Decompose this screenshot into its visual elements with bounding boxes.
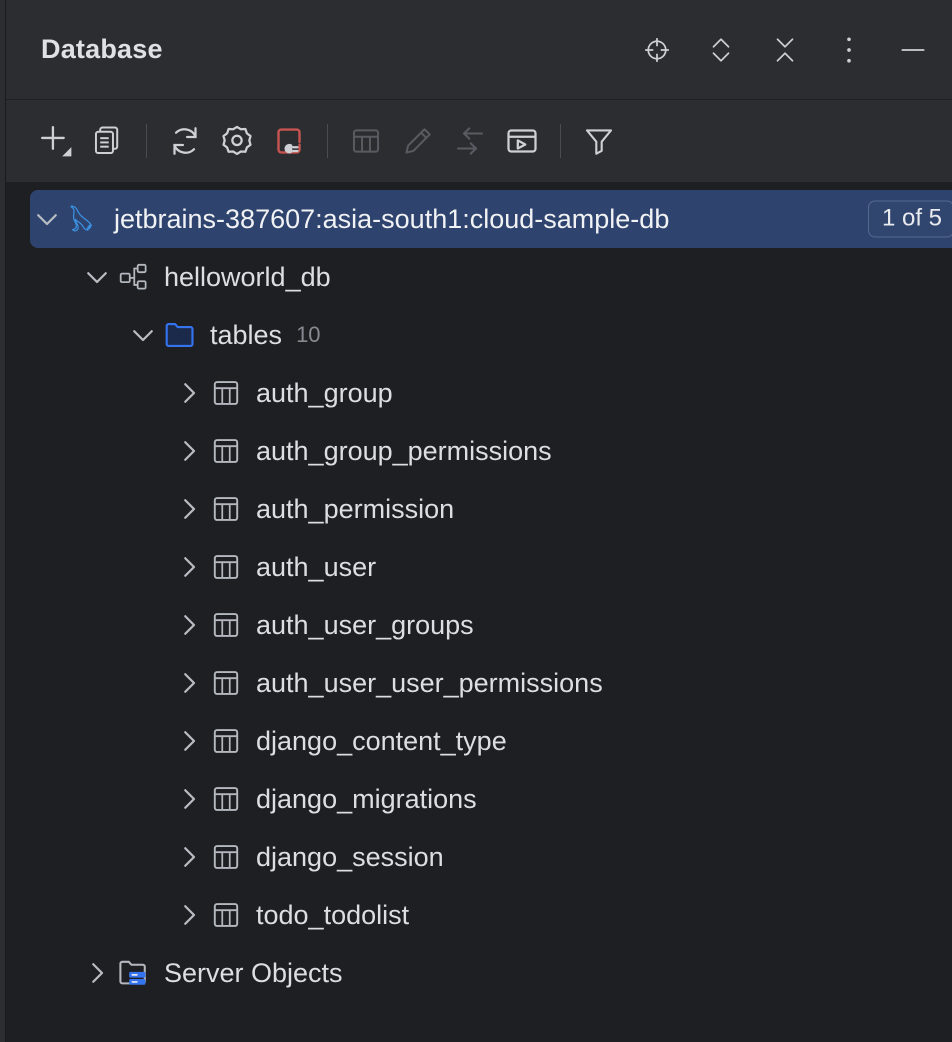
table-icon bbox=[206, 722, 246, 760]
collapse-all-icon[interactable] bbox=[768, 33, 802, 67]
separator-2 bbox=[327, 124, 328, 158]
table-node-auth-user-groups[interactable]: auth_user_groups bbox=[0, 596, 952, 654]
chevron-right-icon[interactable] bbox=[172, 782, 206, 816]
table-node-django-session[interactable]: django_session bbox=[0, 828, 952, 886]
table-node-todo-todolist[interactable]: todo_todolist bbox=[0, 886, 952, 944]
tool-window-header: Database bbox=[0, 0, 952, 100]
tree-node-label: Server Objects bbox=[164, 960, 343, 987]
table-node-auth-user[interactable]: auth_user bbox=[0, 538, 952, 596]
tree-node-label: auth_group_permissions bbox=[256, 438, 552, 465]
disconnect-button[interactable] bbox=[263, 115, 315, 167]
table-icon bbox=[206, 838, 246, 876]
chevron-right-icon[interactable] bbox=[172, 492, 206, 526]
tree-node-label: tables bbox=[210, 322, 282, 349]
tree-node-label: auth_user_groups bbox=[256, 612, 474, 639]
open-data-editor-button bbox=[340, 115, 392, 167]
filter-button[interactable] bbox=[573, 115, 625, 167]
database-tree[interactable]: jetbrains-387607:asia-south1:cloud-sampl… bbox=[0, 182, 952, 1042]
chevron-down-icon[interactable] bbox=[80, 260, 114, 294]
chevron-right-icon[interactable] bbox=[172, 898, 206, 932]
tree-node-label: auth_user bbox=[256, 554, 376, 581]
tree-node-label: todo_todolist bbox=[256, 902, 409, 929]
table-icon bbox=[206, 664, 246, 702]
tree-node-label: helloworld_db bbox=[164, 264, 331, 291]
server-objects-node[interactable]: Server Objects bbox=[0, 944, 952, 1002]
table-node-django-content-type[interactable]: django_content_type bbox=[0, 712, 952, 770]
expand-collapse-icon[interactable] bbox=[704, 33, 738, 67]
table-icon bbox=[206, 490, 246, 528]
chevron-right-icon[interactable] bbox=[172, 434, 206, 468]
chevron-right-icon[interactable] bbox=[172, 666, 206, 700]
tables-folder-node[interactable]: tables 10 bbox=[0, 306, 952, 364]
tree-node-label: jetbrains-387607:asia-south1:cloud-sampl… bbox=[114, 206, 669, 233]
refresh-button[interactable] bbox=[159, 115, 211, 167]
open-console-button[interactable] bbox=[496, 115, 548, 167]
scroll-from-source-icon[interactable] bbox=[640, 33, 674, 67]
tree-node-label: django_migrations bbox=[256, 786, 477, 813]
table-node-auth-group[interactable]: auth_group bbox=[0, 364, 952, 422]
data-source-node[interactable]: jetbrains-387607:asia-south1:cloud-sampl… bbox=[30, 190, 952, 248]
table-node-auth-user-user-permissions[interactable]: auth_user_user_permissions bbox=[0, 654, 952, 712]
tree-node-label: auth_user_user_permissions bbox=[256, 670, 603, 697]
table-icon bbox=[206, 780, 246, 818]
table-node-auth-group-permissions[interactable]: auth_group_permissions bbox=[0, 422, 952, 480]
table-icon bbox=[206, 432, 246, 470]
data-source-properties-button[interactable] bbox=[211, 115, 263, 167]
database-tool-window: Database bbox=[0, 0, 952, 1042]
chevron-right-icon[interactable] bbox=[172, 608, 206, 642]
chevron-right-icon[interactable] bbox=[172, 840, 206, 874]
status-badge: 1 of 5 bbox=[868, 201, 952, 238]
modify-object-button bbox=[392, 115, 444, 167]
tree-node-label: django_content_type bbox=[256, 728, 507, 755]
header-actions bbox=[640, 33, 930, 67]
chevron-right-icon[interactable] bbox=[172, 550, 206, 584]
tree-node-label: django_session bbox=[256, 844, 444, 871]
duplicate-button[interactable] bbox=[82, 115, 134, 167]
chevron-right-icon[interactable] bbox=[172, 376, 206, 410]
table-icon bbox=[206, 374, 246, 412]
page-title: Database bbox=[41, 34, 163, 65]
separator-1 bbox=[146, 124, 147, 158]
separator-3 bbox=[560, 124, 561, 158]
new-button[interactable] bbox=[30, 115, 82, 167]
tree-node-label: auth_group bbox=[256, 380, 393, 407]
server-objects-folder-icon bbox=[114, 954, 154, 992]
jump-to-button bbox=[444, 115, 496, 167]
tree-node-label: auth_permission bbox=[256, 496, 454, 523]
window-left-edge bbox=[0, 0, 6, 1042]
schema-icon bbox=[114, 258, 154, 296]
table-node-auth-permission[interactable]: auth_permission bbox=[0, 480, 952, 538]
chevron-down-icon[interactable] bbox=[126, 318, 160, 352]
table-icon bbox=[206, 548, 246, 586]
chevron-right-icon[interactable] bbox=[80, 956, 114, 990]
chevron-down-icon[interactable] bbox=[30, 202, 64, 236]
chevron-right-icon[interactable] bbox=[172, 724, 206, 758]
database-toolbar bbox=[0, 100, 952, 182]
folder-blue-icon bbox=[160, 316, 200, 354]
table-icon bbox=[206, 606, 246, 644]
schema-node-helloworld-db[interactable]: helloworld_db bbox=[0, 248, 952, 306]
table-node-django-migrations[interactable]: django_migrations bbox=[0, 770, 952, 828]
tree-node-count: 10 bbox=[296, 324, 320, 346]
minimize-icon[interactable] bbox=[896, 33, 930, 67]
table-icon bbox=[206, 896, 246, 934]
more-options-icon[interactable] bbox=[832, 33, 866, 67]
mysql-dolphin-icon bbox=[64, 200, 104, 238]
